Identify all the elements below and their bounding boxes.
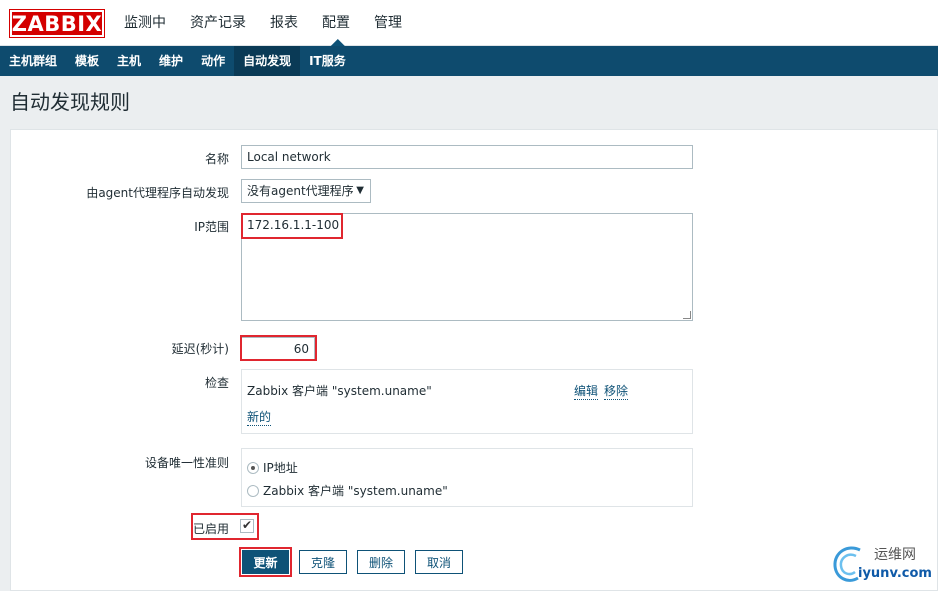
sub-nav-hosts[interactable]: 主机 bbox=[108, 46, 150, 76]
checks-label: 检查 bbox=[204, 376, 229, 390]
sub-nav-maintenance[interactable]: 维护 bbox=[150, 46, 192, 76]
sub-nav: 主机群组 模板 主机 维护 动作 自动发现 IT服务 bbox=[0, 46, 938, 76]
discovery-rule-form: 名称 Local network 由agent代理程序自动发现 没有agent代… bbox=[10, 129, 938, 591]
checks-list: Zabbix 客户端 "system.uname" 编辑 移除 新的 bbox=[241, 369, 693, 434]
page-title: 自动发现规则 bbox=[10, 90, 130, 114]
check-edit-link[interactable]: 编辑 bbox=[574, 382, 599, 400]
update-button[interactable]: 更新 bbox=[242, 550, 289, 574]
chevron-down-icon: ▼ bbox=[356, 185, 364, 196]
sub-nav-discovery[interactable]: 自动发现 bbox=[234, 46, 301, 76]
top-nav-reports[interactable]: 报表 bbox=[270, 0, 310, 46]
ip-range-textarea[interactable]: 172.16.1.1-100 bbox=[241, 213, 693, 321]
radio-unselected-icon[interactable] bbox=[247, 485, 259, 497]
clone-button[interactable]: 克隆 bbox=[299, 550, 347, 574]
uniqueness-label: 设备唯一性准则 bbox=[144, 456, 229, 470]
sub-nav-actions[interactable]: 动作 bbox=[192, 46, 234, 76]
new-check-link[interactable]: 新的 bbox=[247, 408, 272, 426]
name-label: 名称 bbox=[204, 152, 229, 166]
uniqueness-option-agent[interactable]: Zabbix 客户端 "system.uname" bbox=[247, 482, 448, 499]
uniqueness-options: IP地址 Zabbix 客户端 "system.uname" bbox=[241, 448, 693, 507]
top-nav-monitoring[interactable]: 监测中 bbox=[124, 0, 178, 46]
uniqueness-option-ip[interactable]: IP地址 bbox=[247, 459, 298, 476]
top-nav: 监测中 资产记录 报表 配置 管理 bbox=[124, 0, 426, 46]
sub-nav-it-services[interactable]: IT服务 bbox=[300, 46, 355, 76]
radio-selected-icon[interactable] bbox=[247, 462, 259, 474]
delete-button[interactable]: 删除 bbox=[357, 550, 405, 574]
delay-label: 延迟(秒计) bbox=[171, 342, 229, 356]
cancel-button[interactable]: 取消 bbox=[415, 550, 463, 574]
resize-handle-icon[interactable] bbox=[683, 311, 691, 319]
name-input[interactable]: Local network bbox=[241, 145, 693, 169]
watermark-en: iyunv.com bbox=[858, 566, 932, 581]
check-item-text: Zabbix 客户端 "system.uname" bbox=[247, 384, 432, 398]
enabled-label: 已启用 bbox=[192, 522, 229, 536]
top-nav-configuration[interactable]: 配置 bbox=[322, 0, 362, 46]
zabbix-logo[interactable]: ZABBIX bbox=[9, 9, 105, 38]
check-remove-link[interactable]: 移除 bbox=[604, 382, 629, 400]
top-nav-administration[interactable]: 管理 bbox=[374, 0, 414, 46]
sub-nav-templates[interactable]: 模板 bbox=[66, 46, 108, 76]
enabled-checkbox[interactable] bbox=[240, 518, 254, 533]
proxy-select[interactable]: 没有agent代理程序 ▼ bbox=[241, 179, 371, 203]
top-nav-inventory[interactable]: 资产记录 bbox=[190, 0, 258, 46]
ip-range-value: 172.16.1.1-100 bbox=[247, 218, 340, 232]
watermark-zh: 运维网 bbox=[874, 547, 916, 563]
delay-input[interactable]: 60 bbox=[241, 337, 315, 361]
proxy-select-value: 没有agent代理程序 bbox=[247, 184, 354, 198]
top-bar: ZABBIX 监测中 资产记录 报表 配置 管理 bbox=[0, 0, 938, 46]
sub-nav-host-groups[interactable]: 主机群组 bbox=[0, 46, 66, 76]
watermark: 运维网 iyunv.com bbox=[830, 542, 938, 588]
ip-range-label: IP范围 bbox=[194, 220, 229, 234]
proxy-label: 由agent代理程序自动发现 bbox=[86, 186, 229, 200]
